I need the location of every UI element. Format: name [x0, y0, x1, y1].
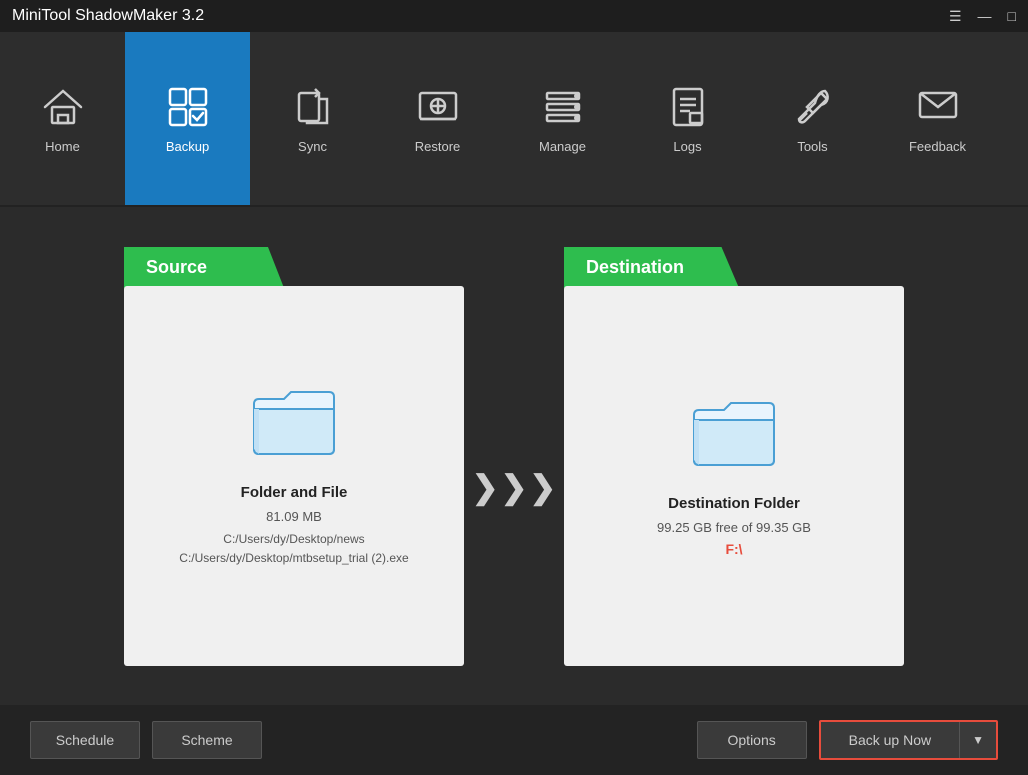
source-title: Folder and File: [241, 484, 348, 501]
source-label: Source: [124, 247, 284, 288]
source-card[interactable]: Folder and File 81.09 MB C:/Users/dy/Des…: [124, 286, 464, 666]
nav-label-logs: Logs: [673, 139, 701, 154]
logs-icon: [664, 83, 712, 131]
nav-item-sync[interactable]: Sync: [250, 32, 375, 205]
destination-wrapper: Destination Destination Folder 99.25 GB …: [564, 247, 904, 666]
nav-item-manage[interactable]: Manage: [500, 32, 625, 205]
minimize-button[interactable]: —: [978, 8, 992, 25]
source-folder-icon: [249, 384, 339, 464]
manage-icon: [539, 83, 587, 131]
titlebar: MiniTool ShadowMaker 3.2 ☰ — □: [0, 0, 1028, 32]
schedule-button[interactable]: Schedule: [30, 721, 140, 759]
feedback-icon: [914, 83, 962, 131]
nav-item-tools[interactable]: Tools: [750, 32, 875, 205]
backup-icon: [164, 83, 212, 131]
destination-drive: F:\: [725, 541, 742, 557]
source-paths: C:/Users/dy/Desktop/news C:/Users/dy/Des…: [179, 530, 408, 568]
backup-now-dropdown-button[interactable]: ▼: [959, 722, 996, 758]
nav-item-home[interactable]: Home: [0, 32, 125, 205]
nav-item-backup[interactable]: Backup: [125, 32, 250, 205]
nav-label-backup: Backup: [166, 139, 209, 154]
navbar: Home Backup Sync: [0, 32, 1028, 207]
arrow-2: ❯: [501, 468, 528, 506]
maximize-button[interactable]: □: [1008, 8, 1016, 25]
scheme-button[interactable]: Scheme: [152, 721, 262, 759]
restore-icon: [414, 83, 462, 131]
nav-label-sync: Sync: [298, 139, 327, 154]
nav-item-restore[interactable]: Restore: [375, 32, 500, 205]
menu-button[interactable]: ☰: [949, 8, 962, 25]
bottom-toolbar: Schedule Scheme Options Back up Now ▼: [0, 705, 1028, 775]
main-content: Source Folder and File 81.09 MB C:/Users…: [0, 207, 1028, 705]
arrow-3: ❯: [529, 468, 556, 506]
source-wrapper: Source Folder and File 81.09 MB C:/Users…: [124, 247, 464, 666]
backup-now-button[interactable]: Back up Now: [821, 722, 959, 758]
destination-label: Destination: [564, 247, 739, 288]
home-icon: [39, 83, 87, 131]
destination-card[interactable]: Destination Folder 99.25 GB free of 99.3…: [564, 286, 904, 666]
destination-title: Destination Folder: [668, 495, 800, 512]
sync-icon: [289, 83, 337, 131]
nav-label-restore: Restore: [415, 139, 461, 154]
source-size: 81.09 MB: [266, 509, 322, 524]
cards-row: Source Folder and File 81.09 MB C:/Users…: [50, 237, 978, 676]
nav-item-feedback[interactable]: Feedback: [875, 32, 1000, 205]
destination-free-space: 99.25 GB free of 99.35 GB: [657, 520, 811, 535]
arrows-area: ❯ ❯ ❯: [464, 408, 564, 506]
tools-icon: [789, 83, 837, 131]
source-label-area: Source: [124, 247, 284, 288]
arrow-1: ❯: [472, 468, 499, 506]
nav-label-feedback: Feedback: [909, 139, 966, 154]
app-title: MiniTool ShadowMaker 3.2: [12, 7, 204, 25]
nav-item-logs[interactable]: Logs: [625, 32, 750, 205]
options-button[interactable]: Options: [697, 721, 807, 759]
forward-arrows: ❯ ❯ ❯: [472, 468, 556, 506]
nav-label-manage: Manage: [539, 139, 586, 154]
destination-folder-icon: [689, 395, 779, 475]
backup-now-group: Back up Now ▼: [819, 720, 998, 760]
titlebar-controls: ☰ — □: [949, 8, 1016, 25]
nav-label-tools: Tools: [797, 139, 827, 154]
nav-label-home: Home: [45, 139, 80, 154]
destination-label-area: Destination: [564, 247, 739, 288]
